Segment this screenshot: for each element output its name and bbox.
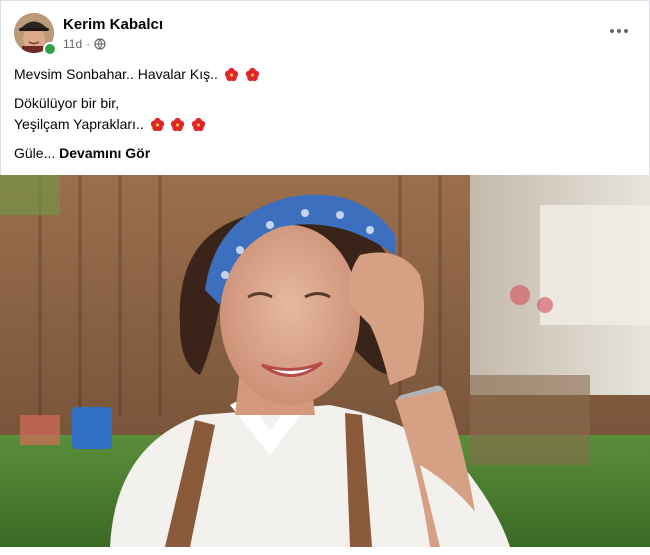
- post-meta: 11d ·: [63, 37, 106, 51]
- more-options-button[interactable]: [608, 20, 630, 42]
- globe-icon: [94, 38, 106, 50]
- hibiscus-icon: [245, 67, 259, 82]
- hibiscus-icon: [192, 117, 206, 132]
- facebook-post: Kerim Kabalcı 11d · Mevsim Sonbahar.. Ha…: [0, 0, 650, 555]
- meta-separator: ·: [86, 37, 91, 51]
- post-text-line-3: Yeşilçam Yaprakları..: [14, 116, 206, 132]
- more-options-icon: [610, 29, 614, 33]
- post-time[interactable]: 11d: [63, 37, 82, 51]
- post-bottom-strip: [0, 547, 650, 555]
- post-text-line-4: Güle... Devamını Gör: [14, 145, 150, 161]
- see-more-link[interactable]: Devamını Gör: [59, 145, 150, 161]
- photo-image: [0, 175, 650, 547]
- post-text-3: Yeşilçam Yaprakları..: [14, 116, 144, 132]
- post-text-line-1: Mevsim Sonbahar.. Havalar Kış..: [14, 66, 260, 82]
- author-name[interactable]: Kerim Kabalcı: [63, 16, 163, 33]
- post-photo[interactable]: [0, 175, 650, 547]
- post-text-2: Dökülüyor bir bir,: [14, 95, 120, 111]
- hibiscus-icon: [224, 67, 238, 82]
- post-border-top: [0, 0, 650, 1]
- online-status-dot: [43, 42, 57, 56]
- hibiscus-icon: [150, 117, 164, 132]
- hibiscus-icon: [171, 117, 185, 132]
- post-text-1: Mevsim Sonbahar.. Havalar Kış..: [14, 66, 218, 82]
- post-text-line-2: Dökülüyor bir bir,: [14, 95, 119, 111]
- post-text-4: Güle...: [14, 145, 56, 161]
